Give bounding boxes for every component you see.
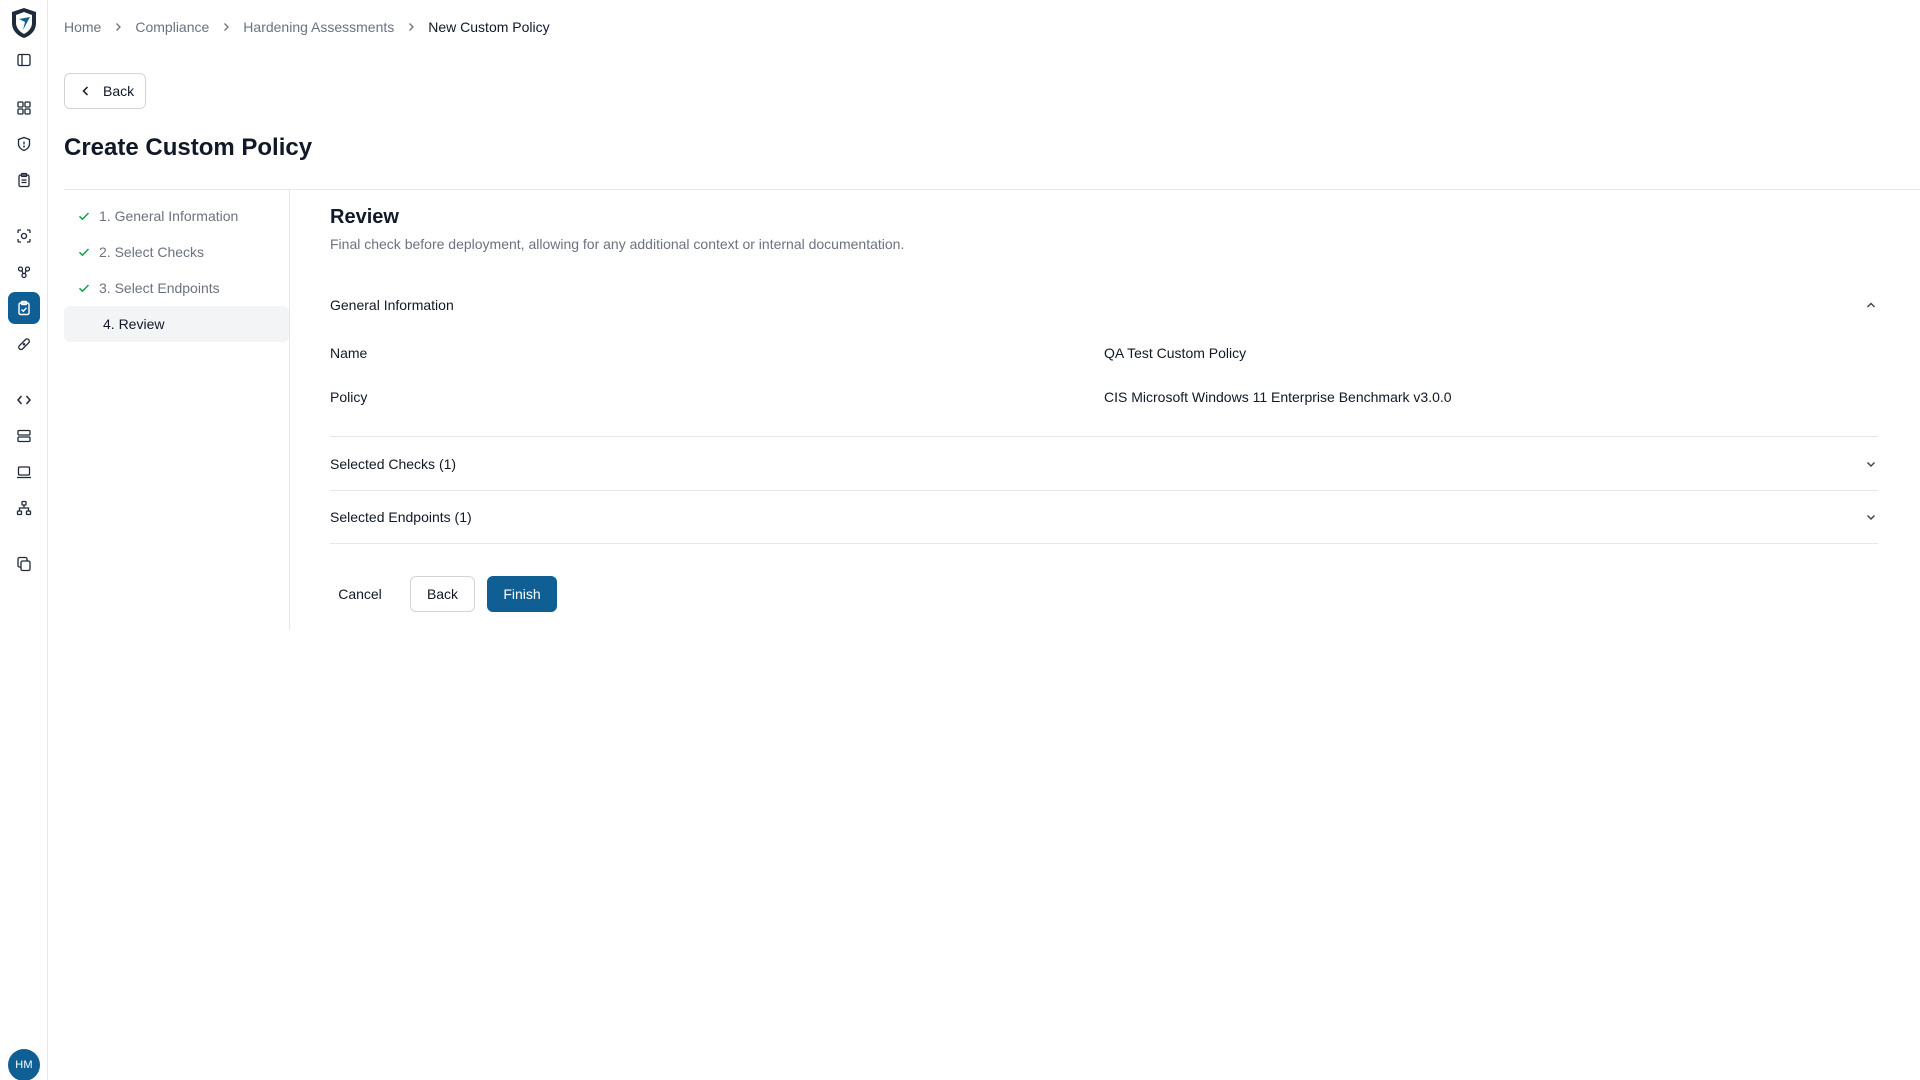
accordion-title: General Information [330, 297, 454, 313]
chevron-right-icon [220, 21, 232, 33]
back-button[interactable]: Back [410, 576, 475, 612]
breadcrumb-home[interactable]: Home [64, 19, 101, 35]
info-label: Policy [330, 389, 368, 405]
clipboard-icon[interactable] [8, 164, 40, 196]
info-label: Name [330, 345, 368, 361]
network-icon[interactable] [8, 492, 40, 524]
chevron-down-icon[interactable] [1864, 457, 1878, 471]
copy-icon[interactable] [8, 548, 40, 580]
info-value: QA Test Custom Policy [1104, 345, 1247, 361]
compliance-icon[interactable] [8, 292, 40, 324]
accordion-title: Selected Endpoints (1) [330, 509, 472, 525]
step-review[interactable]: 4. Review [64, 306, 289, 342]
wizard-actions: Cancel Back Finish [330, 576, 557, 612]
shield-icon[interactable] [8, 128, 40, 160]
sidebar-toggle-icon[interactable] [8, 44, 40, 76]
scan-icon[interactable] [8, 220, 40, 252]
bug-icon[interactable] [8, 256, 40, 288]
avatar[interactable]: HM [8, 1049, 40, 1080]
chevron-right-icon [112, 21, 124, 33]
header-divider [64, 189, 1920, 190]
review-subtitle: Final check before deployment, allowing … [330, 236, 905, 252]
chevron-down-icon[interactable] [1864, 510, 1878, 524]
finish-button[interactable]: Finish [487, 576, 557, 612]
server-icon[interactable] [8, 420, 40, 452]
accordion-divider [330, 436, 1878, 437]
accordion-general-information[interactable]: General Information [330, 285, 1878, 325]
cancel-button[interactable]: Cancel [330, 576, 390, 612]
chevron-right-icon [405, 21, 417, 33]
steps-divider [289, 190, 290, 630]
step-select-checks[interactable]: 2. Select Checks [64, 234, 289, 270]
header-back-button[interactable]: Back [64, 73, 146, 109]
breadcrumb-compliance[interactable]: Compliance [135, 19, 209, 35]
review-title: Review [330, 206, 399, 228]
check-icon [77, 245, 91, 259]
wizard-steps: 1. General Information 2. Select Checks … [64, 198, 289, 342]
breadcrumb: Home Compliance Hardening Assessments Ne… [64, 19, 550, 35]
breadcrumb-current: New Custom Policy [428, 19, 550, 35]
step-label: 4. Review [103, 316, 165, 332]
code-icon[interactable] [8, 384, 40, 416]
step-label: 2. Select Checks [99, 244, 205, 260]
chevron-up-icon[interactable] [1864, 298, 1878, 312]
nav-rail: HM [0, 0, 48, 1080]
info-value: CIS Microsoft Windows 11 Enterprise Benc… [1104, 389, 1452, 405]
accordion-divider [330, 490, 1878, 491]
patch-icon[interactable] [8, 328, 40, 360]
step-select-endpoints[interactable]: 3. Select Endpoints [64, 270, 289, 306]
step-general-information[interactable]: 1. General Information [64, 198, 289, 234]
accordion-title: Selected Checks (1) [330, 456, 457, 472]
dashboard-icon[interactable] [8, 92, 40, 124]
breadcrumb-hardening-assessments[interactable]: Hardening Assessments [243, 19, 394, 35]
check-icon [77, 281, 91, 295]
step-label: 1. General Information [99, 208, 239, 224]
shield-logo-icon[interactable] [8, 6, 40, 40]
step-label: 3. Select Endpoints [99, 280, 220, 296]
accordion-selected-checks[interactable]: Selected Checks (1) [330, 444, 1878, 484]
header-back-label: Back [103, 83, 135, 99]
page-title: Create Custom Policy [64, 134, 313, 161]
laptop-icon[interactable] [8, 456, 40, 488]
accordion-selected-endpoints[interactable]: Selected Endpoints (1) [330, 497, 1878, 537]
accordion-divider [330, 543, 1878, 544]
check-icon [77, 209, 91, 223]
chevron-left-icon [82, 86, 89, 96]
